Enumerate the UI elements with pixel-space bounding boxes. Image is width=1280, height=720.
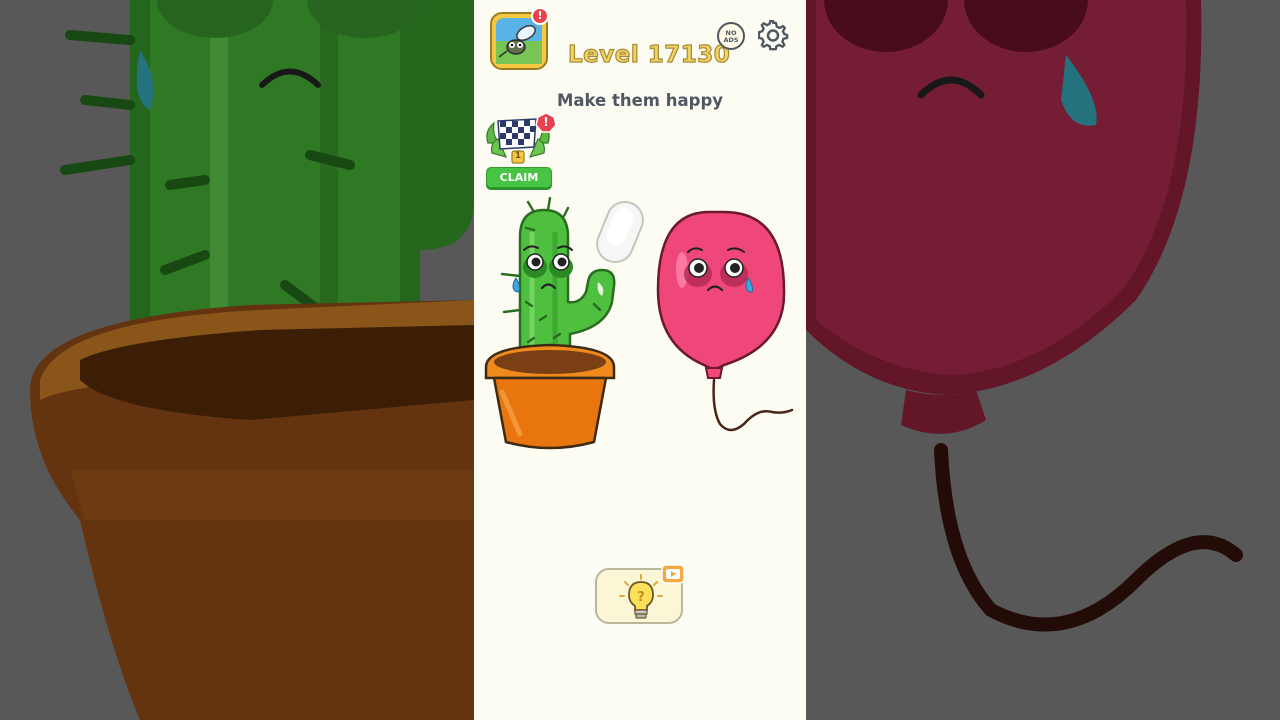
video-ad-badge bbox=[661, 564, 685, 584]
hint-button[interactable]: ? bbox=[595, 564, 685, 624]
no-ads-label-line2: ADS bbox=[723, 36, 739, 44]
settings-button[interactable] bbox=[757, 19, 790, 52]
trophy-alert-badge: ! bbox=[535, 112, 557, 134]
gear-icon bbox=[757, 19, 789, 51]
soap-icon bbox=[596, 200, 644, 264]
game-screen: ! Level 17130 NO ADS Make them happy 1 !… bbox=[474, 0, 806, 720]
trophy-alert-mark: ! bbox=[543, 115, 549, 129]
profile-button[interactable]: ! bbox=[489, 7, 549, 71]
claim-button[interactable]: CLAIM bbox=[486, 167, 552, 188]
background-cactus-zoom bbox=[0, 0, 474, 720]
profile-alert-badge: ! bbox=[531, 7, 549, 25]
level-title: Level 17130 bbox=[567, 41, 731, 68]
instruction-text: Make them happy bbox=[556, 91, 724, 110]
no-ads-button[interactable]: NO ADS bbox=[717, 22, 745, 50]
soap-bar-item[interactable] bbox=[594, 197, 646, 267]
trophy-rank: 1 bbox=[514, 151, 522, 161]
reward-trophy[interactable]: 1 ! bbox=[482, 112, 557, 173]
balloon-illustration bbox=[656, 210, 794, 432]
svg-text:?: ? bbox=[637, 590, 645, 605]
balloon-character[interactable] bbox=[654, 210, 796, 440]
lightbulb-icon: ? bbox=[619, 574, 663, 619]
background-balloon-zoom bbox=[806, 0, 1280, 720]
video-play-icon bbox=[661, 564, 685, 584]
